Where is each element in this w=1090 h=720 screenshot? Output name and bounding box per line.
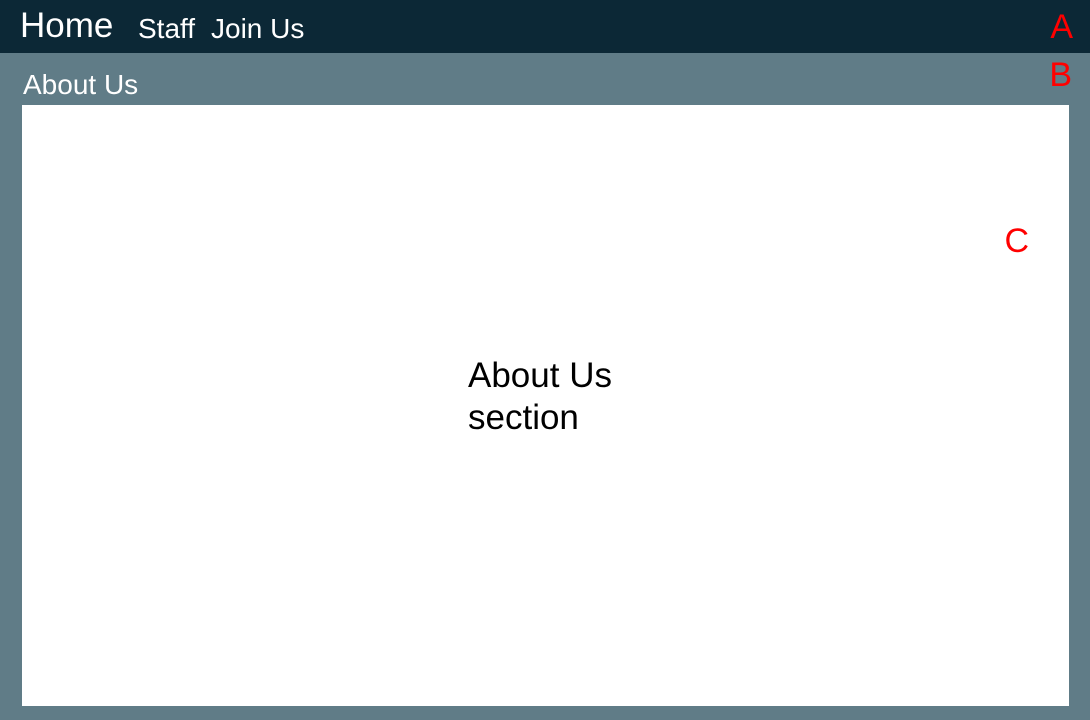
about-us-heading: About Us	[23, 69, 139, 100]
nav-join-us-link[interactable]: Join Us	[211, 12, 304, 46]
about-us-content-panel: C About Us section	[22, 105, 1069, 706]
annotation-marker-a: A	[1050, 8, 1073, 46]
nav-staff-link[interactable]: Staff	[138, 12, 195, 46]
about-us-section-text: About Us section	[468, 356, 612, 437]
nav-home-link[interactable]: Home	[20, 6, 113, 46]
annotation-marker-c: C	[1004, 222, 1029, 260]
annotation-marker-b: B	[1049, 56, 1072, 94]
top-navigation-bar: Home Staff Join Us A	[0, 0, 1090, 53]
